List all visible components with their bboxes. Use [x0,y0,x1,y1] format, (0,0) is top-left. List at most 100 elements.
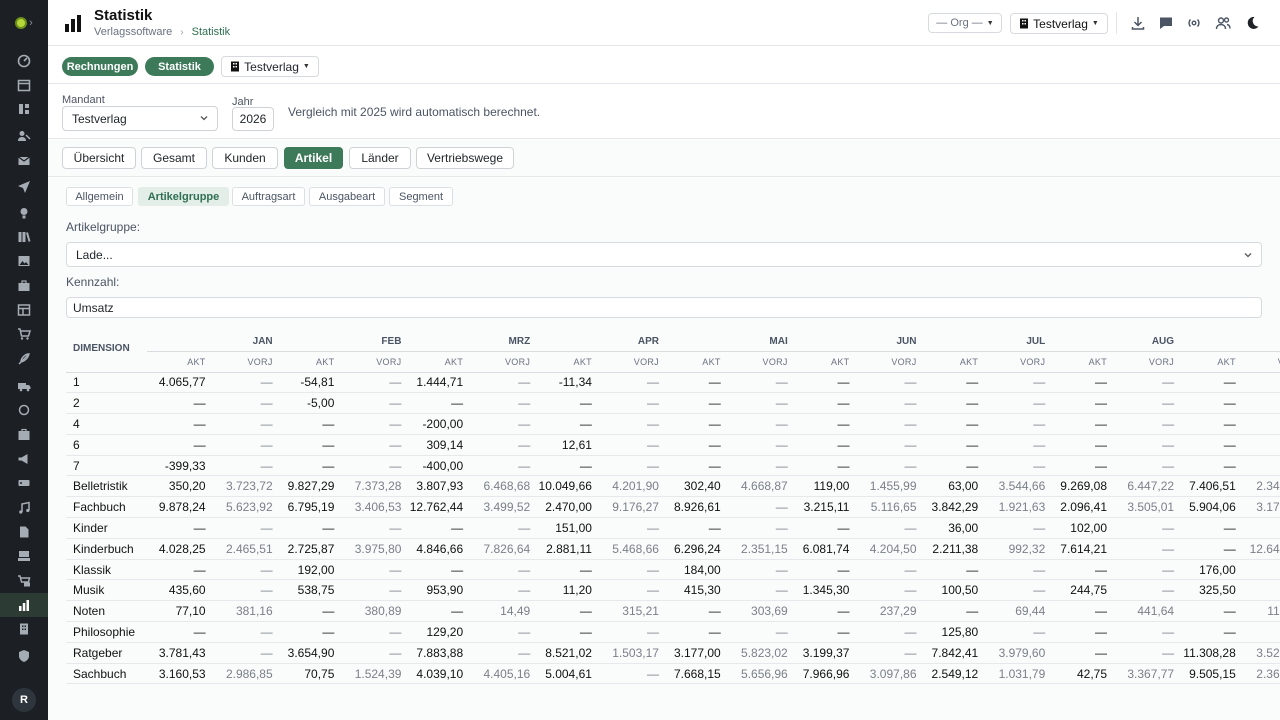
jahr-input[interactable]: 2026 [232,107,274,131]
cell-akt: 3.215,11 [790,496,853,519]
cell-akt: — [146,559,209,581]
cell-vorj: 4.405,16 [466,663,534,685]
sidebar-dashboard-icon[interactable] [16,53,32,69]
sidebar-truck-icon[interactable] [16,378,32,394]
cell-akt: 6.296,24 [661,538,724,560]
row-dimension-label: Belletristik [66,475,147,498]
tab-kunden[interactable]: Kunden [212,147,278,169]
mandant-select[interactable]: Testverlag [62,106,218,131]
cell-akt: 9.269,08 [1048,475,1110,498]
akt-header: AKT [1048,351,1110,373]
cell-akt: 7.614,21 [1048,538,1110,560]
tab-laender[interactable]: Länder [349,147,411,169]
cell-vorj: — [466,642,534,664]
toolbar-verlag-select[interactable]: Testverlag ▼ [221,56,319,77]
cell-vorj: — [466,517,534,539]
chevron-down-icon [1244,253,1252,258]
cell-akt: — [919,559,982,581]
cell-vorj: — [466,621,534,643]
header-verlag-select[interactable]: Testverlag ▼ [1010,13,1108,34]
cell-akt: 302,40 [661,475,724,498]
download-icon[interactable] [1130,15,1146,31]
cell-vorj: — [466,559,534,581]
subtab-auftragsart[interactable]: Auftragsart [232,187,305,206]
statistik-button[interactable]: Statistik [145,57,214,76]
cell-vorj: 315,21 [594,600,662,623]
sidebar-file-icon[interactable] [16,524,32,540]
cell-akt: — [790,559,853,581]
row-dimension-label: 1 [66,372,147,394]
sidebar-cart-icon[interactable] [16,326,32,342]
sidebar-image-icon[interactable] [16,253,32,269]
rechnungen-button[interactable]: Rechnungen [62,57,138,76]
sidebar-chart-icon[interactable] [16,597,32,613]
sidebar-grid-icon[interactable] [16,101,32,117]
org-select[interactable]: — Org — ▼ [928,13,1002,33]
sidebar-megaphone-icon[interactable] [16,451,32,467]
sidebar-users-icon[interactable] [16,128,32,144]
cell-vorj: — [981,621,1049,643]
subtab-ausgabeart[interactable]: Ausgabeart [309,187,385,206]
moon-icon[interactable] [1244,15,1260,31]
subtab-artikelgruppe[interactable]: Artikelgruppe [138,187,229,206]
cell-vorj: — [852,642,920,664]
breadcrumb-root[interactable]: Verlagssoftware [94,26,172,38]
cell-akt: 151,00 [533,517,595,539]
cell-vorj: — [208,517,276,539]
cell-akt: — [533,600,595,623]
people-icon[interactable] [1215,15,1231,31]
tab-gesamt[interactable]: Gesamt [141,147,207,169]
cell-vorj: — [981,455,1049,477]
artikelgruppe-select[interactable]: Lade... [66,242,1262,267]
sidebar-send-icon[interactable] [16,178,32,194]
sidebar-feather-icon[interactable] [16,351,32,367]
cell-vorj: — [466,372,534,394]
cell-vorj: — [594,392,662,415]
cell-akt: — [1048,621,1110,643]
sidebar-circle-icon[interactable] [16,402,32,418]
sidebar-expand-icon[interactable]: › [29,17,33,29]
sidebar-music-icon[interactable] [16,500,32,516]
kennzahl-input[interactable]: Umsatz [66,297,1262,318]
tab-uebersicht[interactable]: Übersicht [62,147,136,169]
subtab-allgemein[interactable]: Allgemein [66,187,133,206]
cell-akt: — [533,392,595,415]
sidebar-tag-icon[interactable] [16,475,32,491]
broadcast-icon[interactable] [1186,15,1202,31]
sidebar-brand[interactable]: › [0,12,48,34]
cell-akt: — [661,372,724,394]
sidebar-stamp-icon[interactable] [16,548,32,564]
sidebar-calendar-icon[interactable] [16,77,32,93]
akt-header: AKT [146,351,209,373]
sidebar-shield-icon[interactable] [16,648,32,664]
cell-vorj: 5.623,92 [208,496,276,519]
sidebar-bulb-icon[interactable] [16,205,32,221]
cell-vorj: — [852,559,920,581]
sidebar-package-icon[interactable] [16,427,32,443]
tab-vertriebswege[interactable]: Vertriebswege [416,147,514,169]
sidebar-briefcase-icon[interactable] [16,278,32,294]
cell-akt: — [1048,372,1110,394]
cell-vorj: — [1238,621,1280,643]
sidebar-books-icon[interactable] [16,229,32,245]
cell-vorj: 5.656,96 [723,663,791,685]
row-dimension-label: 2 [66,392,147,415]
cell-vorj: — [723,579,791,602]
sidebar-cart-tag-icon[interactable] [16,573,32,589]
cell-akt: — [275,434,338,456]
cell-vorj: — [337,434,405,456]
sidebar-mail-icon[interactable] [16,153,32,169]
cell-akt: — [919,392,982,415]
cell-akt: 325,50 [1177,579,1239,602]
sidebar-layout-icon[interactable] [16,302,32,318]
sidebar-building-icon[interactable] [16,621,32,637]
table-row: Philosophie————129,20———————125,80————— [66,621,1280,643]
vorj-header: VORJ [981,351,1049,373]
chat-icon[interactable] [1158,15,1174,31]
cell-akt: 1.444,71 [404,372,467,394]
cell-vorj: — [1110,538,1178,560]
user-avatar[interactable]: R [12,688,36,712]
tab-artikel[interactable]: Artikel [284,147,343,169]
subtab-segment[interactable]: Segment [389,187,453,206]
statistics-table-container[interactable]: DIMENSION JANFEBMRZAPRMAIJUNJULAUGSEP AK… [66,326,1280,720]
